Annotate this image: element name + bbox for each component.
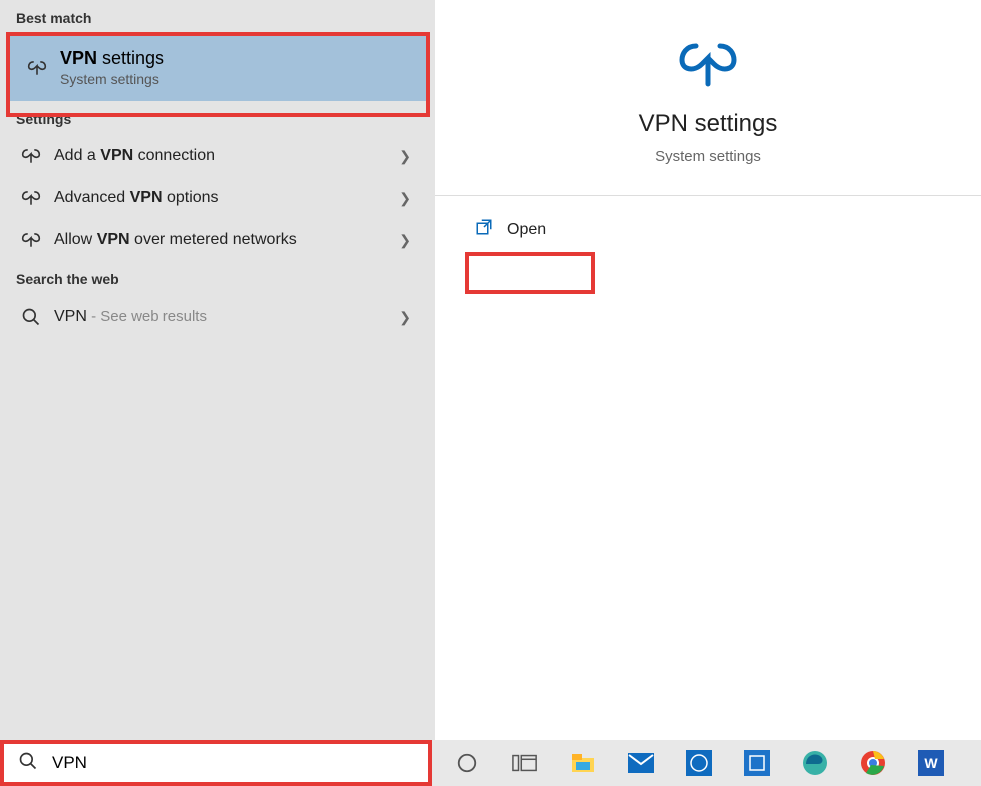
setting-label: Allow VPN over metered networks	[54, 231, 399, 249]
setting-advanced-vpn-options[interactable]: Advanced VPN options ❯	[0, 177, 435, 219]
setting-label: Add a VPN connection	[54, 147, 399, 165]
search-results-panel: Best match VPN settings System settings …	[0, 0, 435, 740]
file-explorer-icon[interactable]	[566, 746, 600, 780]
search-web-header: Search the web	[0, 261, 435, 295]
web-search-vpn[interactable]: VPN - See web results ❯	[0, 295, 435, 339]
vpn-icon	[16, 190, 46, 206]
task-view-icon[interactable]	[508, 746, 542, 780]
edge-icon[interactable]	[798, 746, 832, 780]
preview-title: VPN settings	[455, 110, 961, 138]
chevron-right-icon: ❯	[399, 309, 411, 326]
mail-icon[interactable]	[624, 746, 658, 780]
cortana-icon[interactable]	[450, 746, 484, 780]
vpn-icon	[16, 232, 46, 248]
preview-subtitle: System settings	[455, 148, 961, 165]
search-icon	[18, 751, 38, 776]
setting-label: Advanced VPN options	[54, 189, 399, 207]
best-match-header: Best match	[0, 0, 435, 34]
taskbar-search-box[interactable]	[4, 740, 428, 786]
chevron-right-icon: ❯	[399, 190, 411, 207]
best-match-vpn-settings[interactable]: VPN settings System settings	[6, 34, 429, 101]
svg-text:W: W	[924, 755, 938, 771]
vpn-icon	[16, 148, 46, 164]
chevron-right-icon: ❯	[399, 148, 411, 165]
open-icon	[475, 218, 493, 241]
search-icon	[16, 307, 46, 327]
chrome-icon[interactable]	[856, 746, 890, 780]
best-match-subtitle: System settings	[60, 71, 164, 87]
preview-header: VPN settings System settings	[435, 0, 981, 196]
web-search-label: VPN - See web results	[54, 308, 399, 326]
open-button[interactable]: Open	[451, 204, 965, 255]
setting-add-vpn-connection[interactable]: Add a VPN connection ❯	[0, 135, 435, 177]
taskbar: W	[0, 740, 981, 786]
chevron-right-icon: ❯	[399, 232, 411, 249]
setting-allow-vpn-metered[interactable]: Allow VPN over metered networks ❯	[0, 219, 435, 261]
word-icon[interactable]: W	[914, 746, 948, 780]
app-icon[interactable]	[740, 746, 774, 780]
taskbar-tray: W	[450, 746, 948, 780]
vpn-icon	[455, 40, 961, 90]
vpn-icon	[22, 60, 52, 76]
best-match-title: VPN settings	[60, 48, 164, 69]
preview-panel: VPN settings System settings Open	[435, 0, 981, 740]
open-label: Open	[507, 221, 546, 239]
search-input[interactable]	[52, 753, 414, 773]
settings-header: Settings	[0, 101, 435, 135]
dell-icon[interactable]	[682, 746, 716, 780]
